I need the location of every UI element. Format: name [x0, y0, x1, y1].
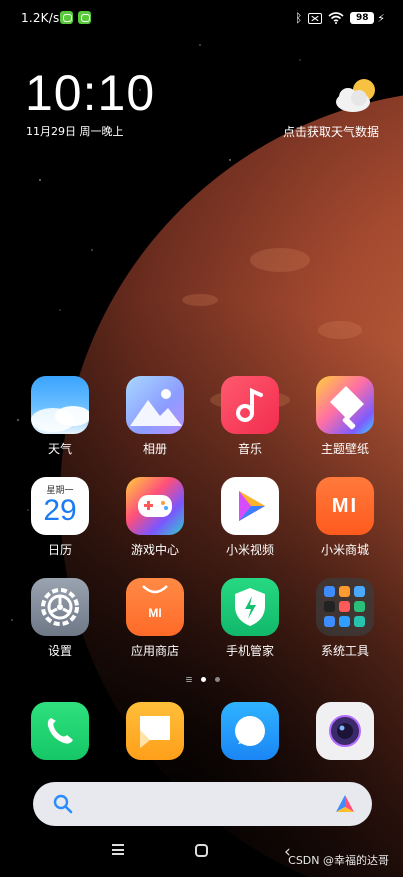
mi-video-app-icon — [221, 477, 279, 535]
app-game-center[interactable]: 游戏中心 — [110, 477, 200, 558]
charging-icon: ⚡ — [377, 11, 385, 25]
weather-cloud-sun-icon[interactable] — [333, 76, 379, 114]
wechat-icon — [60, 11, 73, 24]
app-label: 日历 — [47, 543, 72, 557]
app-gallery[interactable]: 相册 — [110, 376, 200, 457]
page-dot-current — [201, 677, 206, 682]
mi-logo: mi — [148, 606, 162, 620]
app-mi-store[interactable]: mi 小米商城 — [300, 477, 390, 558]
search-bar[interactable] — [33, 782, 372, 826]
app-settings[interactable]: 设置 — [15, 578, 105, 659]
dock-messages[interactable] — [110, 702, 200, 760]
app-weather[interactable]: 天气 — [15, 376, 105, 457]
app-label: 相册 — [142, 442, 167, 456]
phone-app-icon — [31, 702, 89, 760]
dock-camera[interactable] — [300, 702, 390, 760]
app-themes[interactable]: 主题壁纸 — [300, 376, 390, 457]
wechat-icon — [78, 11, 91, 24]
battery-icon: 98 — [350, 12, 375, 24]
app-label: 天气 — [47, 442, 72, 456]
app-label: 音乐 — [237, 442, 262, 456]
camera-app-icon — [316, 702, 374, 760]
messages-app-icon — [126, 702, 184, 760]
gallery-app-icon — [126, 376, 184, 434]
menu-icon[interactable] — [112, 844, 124, 855]
weather-prompt[interactable]: 点击获取天气数据 — [283, 123, 379, 140]
app-security[interactable]: 手机管家 — [205, 578, 295, 659]
app-store-app-icon: mi — [126, 578, 184, 636]
app-label: 小米商城 — [320, 543, 369, 557]
dock-browser[interactable] — [205, 702, 295, 760]
watermark: CSDN @幸福的达哥 — [288, 854, 389, 867]
music-app-icon — [221, 376, 279, 434]
mi-logo: mi — [331, 494, 359, 517]
settings-app-icon — [31, 578, 89, 636]
calendar-day: 29 — [43, 494, 77, 527]
app-label: 设置 — [47, 644, 72, 658]
app-music[interactable]: 音乐 — [205, 376, 295, 457]
page-menu-indicator — [186, 677, 192, 682]
network-speed: 1.2K/s — [21, 11, 60, 25]
page-dot — [215, 677, 220, 682]
app-label: 应用商店 — [130, 644, 179, 658]
weather-app-icon — [31, 376, 89, 434]
wifi-icon — [328, 12, 344, 24]
mi-store-app-icon: mi — [316, 477, 374, 535]
clock-time[interactable]: 10:10 — [25, 68, 155, 118]
themes-app-icon — [316, 376, 374, 434]
security-app-icon — [221, 578, 279, 636]
system-tools-folder-icon — [316, 578, 374, 636]
app-app-store[interactable]: mi 应用商店 — [110, 578, 200, 659]
no-sim-icon — [308, 12, 323, 24]
app-label: 主题壁纸 — [320, 442, 369, 456]
calendar-app-icon: 星期一 29 — [31, 477, 89, 535]
dock-phone[interactable] — [15, 702, 105, 760]
app-label: 手机管家 — [225, 644, 274, 658]
app-label: 小米视频 — [225, 543, 274, 557]
app-calendar[interactable]: 星期一 29 日历 — [15, 477, 105, 558]
page-indicator[interactable] — [186, 677, 220, 682]
app-label: 游戏中心 — [130, 543, 179, 557]
game-center-app-icon — [126, 477, 184, 535]
clock-date[interactable]: 11月29日 周一晚上 — [26, 123, 124, 139]
browser-app-icon — [221, 702, 279, 760]
bluetooth-icon: ᛒ — [295, 11, 303, 25]
home-icon[interactable] — [195, 844, 208, 857]
search-icon — [53, 794, 73, 814]
app-system-tools-folder[interactable]: 系统工具 — [300, 578, 390, 659]
app-mi-video[interactable]: 小米视频 — [205, 477, 295, 558]
status-bar: 1.2K/s ᛒ 98 ⚡ — [0, 8, 403, 30]
app-label: 系统工具 — [320, 644, 369, 658]
assistant-logo-icon[interactable] — [333, 792, 357, 816]
